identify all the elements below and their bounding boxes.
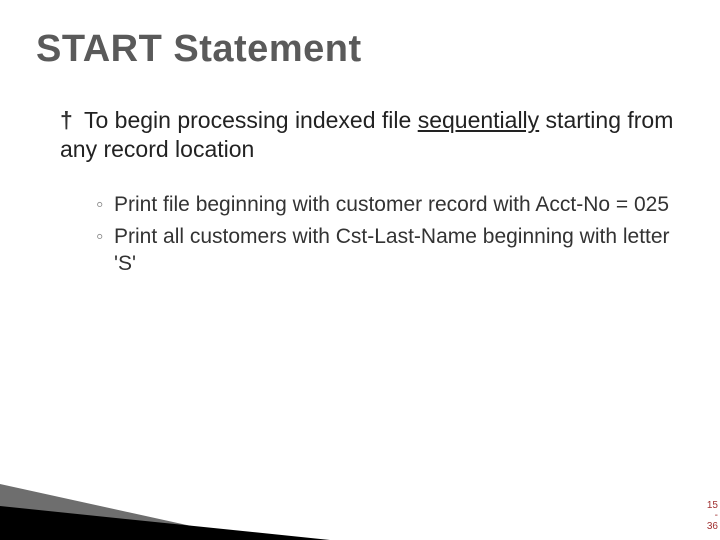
main-bullet: † To begin processing indexed file seque… — [60, 106, 680, 164]
slide-title: START Statement — [36, 28, 362, 71]
list-item-text: Print all customers with Cst-Last-Name b… — [114, 225, 670, 274]
list-item: ◦ Print all customers with Cst-Last-Name… — [96, 224, 680, 277]
main-bullet-pre: To begin processing indexed file — [84, 107, 418, 133]
bullet-marker-icon: † — [60, 106, 78, 135]
slide: START Statement † To begin processing in… — [0, 0, 720, 540]
decorative-wedge-dark — [0, 506, 330, 540]
sub-bullet-marker-icon: ◦ — [96, 224, 103, 250]
list-item: ◦ Print file beginning with customer rec… — [96, 192, 680, 218]
page-number-mid: - — [707, 511, 718, 522]
sub-bullet-list: ◦ Print file beginning with customer rec… — [96, 192, 680, 283]
page-number-bot: 36 — [707, 522, 718, 533]
list-item-text: Print file beginning with customer recor… — [114, 193, 669, 216]
page-number: 15 - 36 — [707, 501, 718, 533]
main-bullet-underlined: sequentially — [418, 107, 539, 133]
main-bullet-text: To begin processing indexed file sequent… — [60, 107, 673, 162]
sub-bullet-marker-icon: ◦ — [96, 192, 103, 218]
